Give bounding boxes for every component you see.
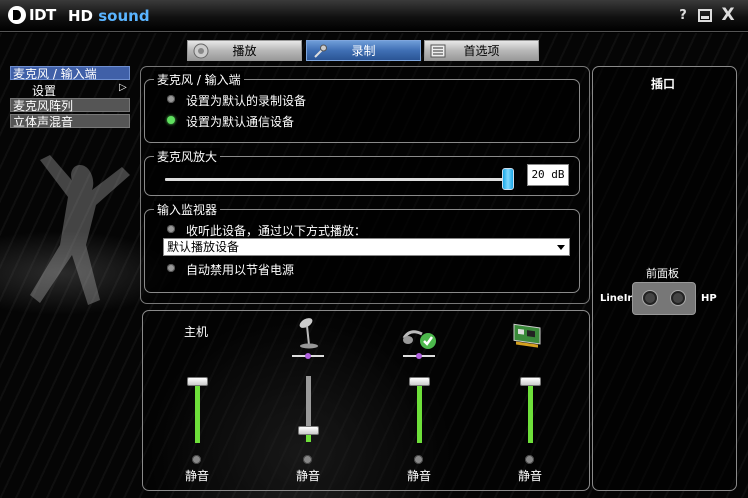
headset-volume-track[interactable]: [417, 381, 422, 443]
headset-mute-button[interactable]: [414, 455, 423, 464]
master-mute-label: 静音: [184, 469, 209, 483]
headset-mute-label: 静音: [406, 469, 431, 483]
speaker-icon: [193, 43, 209, 59]
microphone-mute-label: 静音: [295, 469, 320, 483]
microphone-volume-thumb[interactable]: [298, 426, 319, 435]
microphone-volume-track[interactable]: [306, 376, 311, 430]
mic-input-group: [144, 79, 580, 143]
tab-preferences[interactable]: 首选项: [424, 40, 539, 61]
headset-balance-thumb[interactable]: [416, 353, 422, 359]
linein-jack-icon[interactable]: [643, 291, 657, 305]
listen-device-checkbox[interactable]: [167, 225, 175, 233]
close-button[interactable]: X: [720, 5, 736, 25]
app-title-hd: HD: [68, 7, 94, 25]
minimize-button[interactable]: [698, 9, 712, 22]
microphone-balance-thumb[interactable]: [305, 353, 311, 359]
app-title: HD sound: [68, 7, 150, 25]
master-volume-thumb[interactable]: [187, 377, 208, 386]
front-panel-jacks: [632, 282, 696, 315]
sound-card-volume-track[interactable]: [528, 381, 533, 443]
playback-device-value: 默认播放设备: [167, 240, 240, 254]
mic-boost-slider-track[interactable]: [165, 178, 508, 181]
default-recording-radio[interactable]: [167, 95, 175, 103]
list-icon: [430, 44, 446, 58]
master-volume-track[interactable]: [195, 381, 200, 443]
chevron-down-icon: [557, 245, 565, 250]
sidebar-item-mic-input[interactable]: 麦克风 / 输入端: [10, 66, 130, 81]
tab-playback[interactable]: 播放: [187, 40, 302, 61]
sidebar-arrow-icon: ▷: [119, 82, 127, 93]
tab-playback-label: 播放: [232, 44, 257, 58]
tab-recording[interactable]: 录制: [306, 40, 421, 61]
jack-panel-title: 插口: [651, 77, 676, 91]
idt-logo-icon: [8, 6, 26, 24]
master-mute-button[interactable]: [192, 455, 201, 464]
microphone-mute-button[interactable]: [303, 455, 312, 464]
master-label: 主机: [184, 325, 209, 339]
tab-recording-label: 录制: [351, 44, 376, 58]
microphone-stand-icon: [299, 318, 318, 349]
idt-logo: IDT: [8, 6, 56, 24]
sound-card-mute-label: 静音: [517, 469, 542, 483]
tab-preferences-label: 首选项: [463, 44, 500, 58]
mic-input-title: 麦克风 / 输入端: [154, 71, 244, 88]
logo-text: IDT: [29, 6, 56, 24]
playback-device-dropdown[interactable]: 默认播放设备: [163, 238, 570, 256]
dancer-silhouette-icon: [30, 155, 130, 305]
default-communication-label: 设置为默认通信设备: [186, 115, 295, 129]
sound-card-mute-button[interactable]: [525, 455, 534, 464]
auto-disable-label: 自动禁用以节省电源: [186, 263, 295, 277]
linein-port-label: LineIn: [600, 293, 635, 304]
default-recording-label: 设置为默认的录制设备: [186, 94, 307, 108]
app-title-sound: sound: [98, 7, 150, 25]
sidebar-subitem-settings[interactable]: 设置: [32, 82, 56, 99]
mic-boost-value: 20 dB: [527, 164, 569, 186]
sidebar-item-mic-array[interactable]: 麦克风阵列: [10, 98, 130, 113]
title-bar: IDT HD sound ? X: [0, 0, 748, 32]
sound-card-icon: [513, 323, 541, 348]
microphone-icon: [314, 44, 327, 58]
hp-port-label: HP: [701, 293, 717, 304]
mic-boost-title: 麦克风放大: [154, 148, 221, 165]
default-communication-radio[interactable]: [167, 116, 175, 124]
headphone-jack-icon[interactable]: [671, 291, 685, 305]
auto-disable-checkbox[interactable]: [167, 264, 175, 272]
sound-card-volume-thumb[interactable]: [520, 377, 541, 386]
mic-boost-slider-thumb[interactable]: [502, 168, 514, 190]
headset-volume-thumb[interactable]: [409, 377, 430, 386]
listen-device-label: 收听此设备，通过以下方式播放：: [186, 224, 367, 238]
help-button[interactable]: ?: [678, 8, 688, 24]
input-monitor-title: 输入监视器: [154, 201, 221, 218]
front-panel-label: 前面板: [646, 267, 679, 280]
sidebar-item-stereo-mix[interactable]: 立体声混音: [10, 114, 130, 129]
headset-check-icon: [402, 330, 436, 349]
